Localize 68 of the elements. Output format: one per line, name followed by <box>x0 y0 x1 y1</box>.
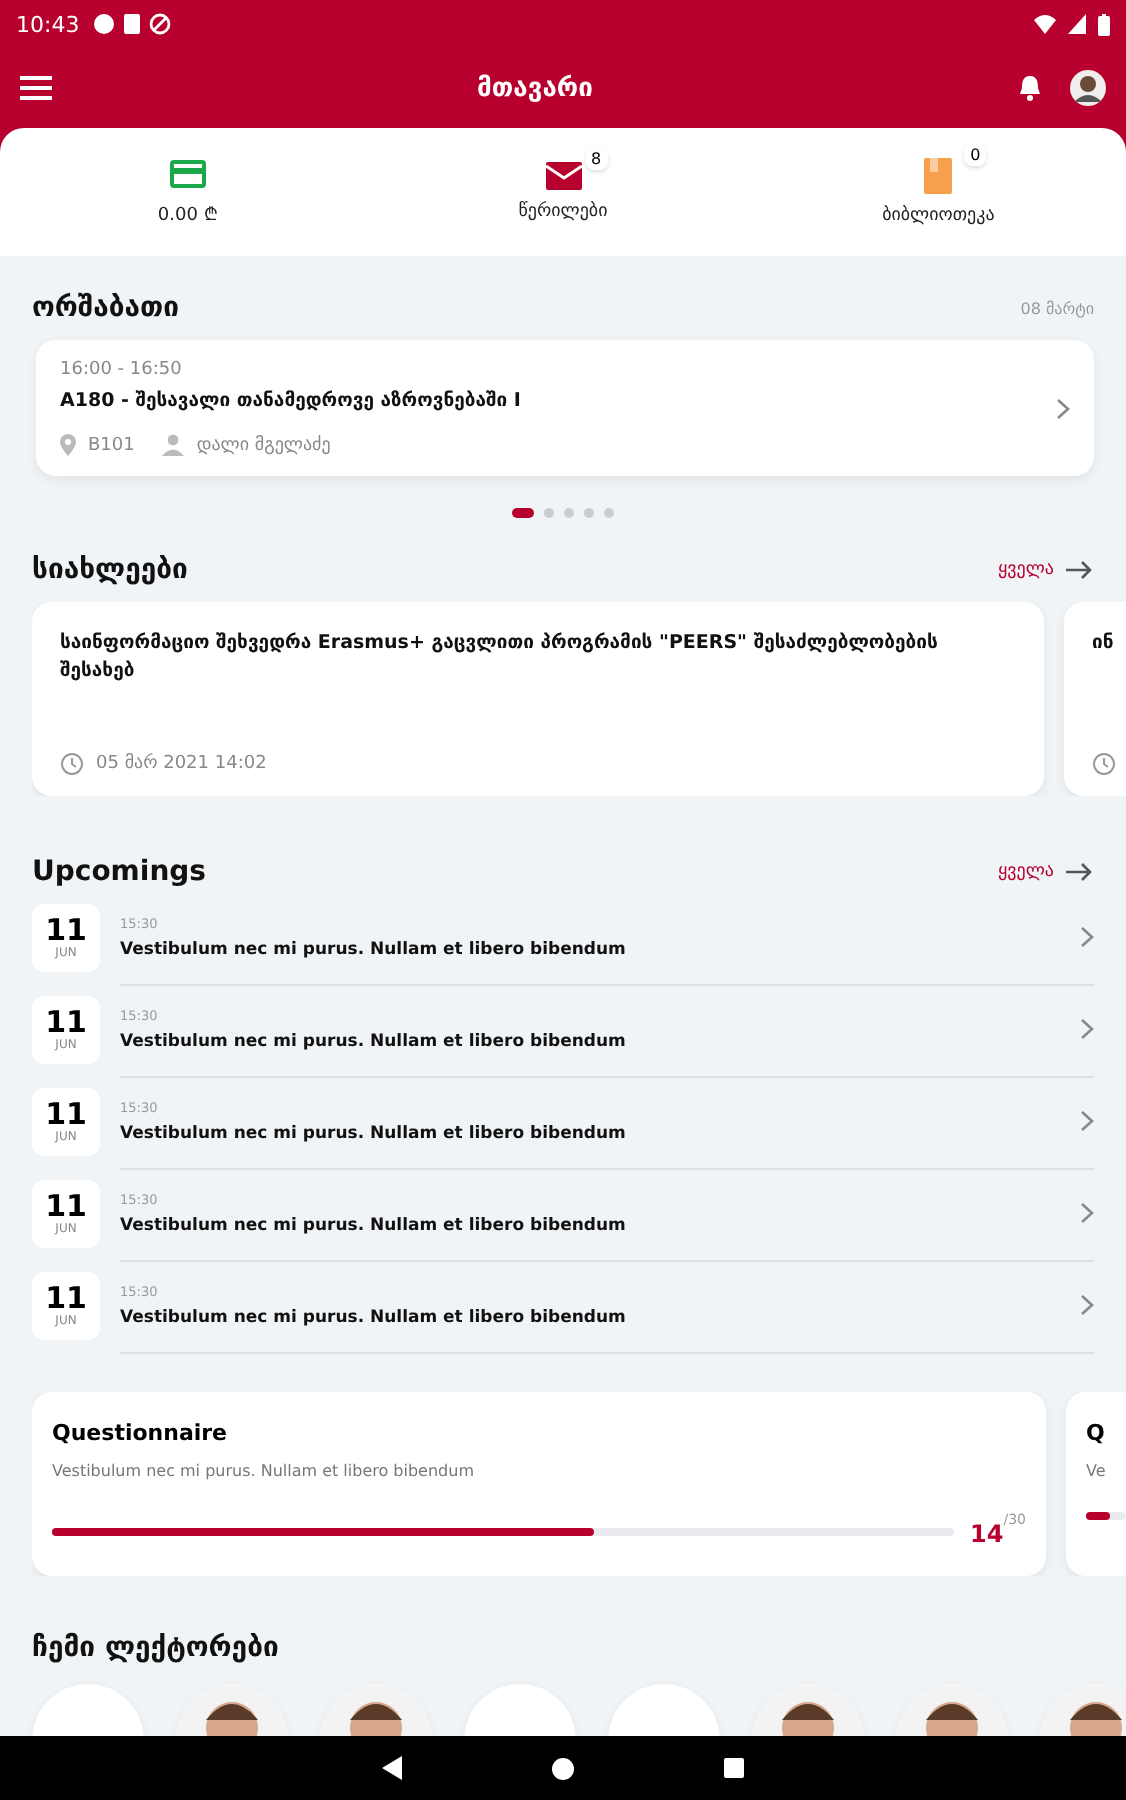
questionnaire-title: Questionnaire <box>52 1420 230 1446</box>
event-day: 11 <box>45 1284 87 1314</box>
stat-label[interactable]: ბიბლიოთეკა <box>882 206 995 226</box>
lesson-room: B101 <box>88 435 135 455</box>
screen-title: მთავარი <box>475 73 595 103</box>
section-title: ორშაბათი <box>32 292 180 324</box>
questionnaire-text: Vestibulum nec mi purus. Nullam et libero bibendum <box>52 1462 476 1480</box>
mail-icon <box>545 162 581 190</box>
news-card[interactable]: ინ <box>1064 602 1126 796</box>
chevron-icon <box>1080 926 1094 948</box>
clock-icon <box>1092 752 1116 776</box>
questionnaire-text: Ve <box>1086 1462 1108 1480</box>
clock-icon <box>60 752 84 776</box>
location-pin-icon <box>60 434 76 456</box>
questionnaire-title: Q <box>1086 1420 1107 1446</box>
back-icon[interactable] <box>382 1756 402 1780</box>
count-badge: 0 <box>964 144 987 166</box>
event-title: Vestibulum nec mi purus. Nullam et libero bibendum <box>120 1215 628 1235</box>
event-day: 11 <box>45 916 87 946</box>
section-title: სიახლეები <box>32 554 188 586</box>
chevron-icon <box>1080 1294 1094 1316</box>
page-dot[interactable] <box>564 508 574 518</box>
book-icon <box>924 158 953 194</box>
event-day: 11 <box>45 1100 87 1130</box>
count-badge: 8 <box>585 148 608 170</box>
home-icon[interactable] <box>552 1757 574 1779</box>
person-icon <box>162 434 185 456</box>
stat-label[interactable]: 0.00 ₾ <box>157 199 218 225</box>
chevron-icon <box>1080 1202 1094 1224</box>
progress-bar <box>1086 1512 1126 1520</box>
see-all-link[interactable]: ყველა <box>998 862 1094 882</box>
lesson-time: 16:00 - 16:50 <box>60 360 184 380</box>
news-title: ინ <box>1092 630 1116 658</box>
lesson-card[interactable]: 16:00 - 16:50 A180 - შესავალი თანამედროვე აზროვნებაში I B101 დალი მგელაძე <box>36 340 1094 476</box>
chevron-icon <box>1080 1110 1094 1132</box>
event-title: Vestibulum nec mi purus. Nullam et libero bibendum <box>120 939 628 959</box>
signal-icon <box>1068 14 1086 34</box>
page-dot[interactable] <box>604 508 614 518</box>
notification-icons <box>91 12 176 36</box>
lesson-title: A180 - შესავალი თანამედროვე აზროვნებაში I <box>60 390 523 412</box>
chevron-icon <box>1056 397 1070 419</box>
news-date: 05 მარ 2021 14:02 <box>96 754 267 774</box>
arrow-icon <box>1066 862 1094 882</box>
event-day: 11 <box>45 1008 87 1038</box>
section-title: Upcomings <box>32 856 207 888</box>
battery-icon <box>1098 13 1110 35</box>
news-card[interactable]: საინფორმაციო შეხვედრა Erasmus+ გაცვლითი პროგრამის "PEERS" შესაძლებლობების შესახებ 05 მარ 2021 14:02 <box>32 602 1044 796</box>
status-time: 10:43 <box>16 11 80 37</box>
page-dot[interactable] <box>544 508 554 518</box>
wifi-icon <box>1034 14 1056 34</box>
menu-icon[interactable] <box>20 76 52 100</box>
bell-icon[interactable] <box>1018 74 1042 102</box>
see-all-link[interactable]: ყველა <box>998 560 1094 580</box>
news-title: საინფორმაციო შეხვედრა Erasmus+ გაცვლითი პროგრამის "PEERS" შესაძლებლობების შესახებ <box>60 630 940 687</box>
questionnaire-card[interactable]: Q Ve <box>1066 1392 1126 1576</box>
lecturer-name: დალი მგელაძე <box>196 435 331 455</box>
event-title: Vestibulum nec mi purus. Nullam et libero bibendum <box>120 1123 628 1143</box>
event-title: Vestibulum nec mi purus. Nullam et libero bibendum <box>120 1307 628 1327</box>
chevron-icon <box>1080 1018 1094 1040</box>
page-dot[interactable] <box>584 508 594 518</box>
card-icon <box>169 159 206 187</box>
section-title: ჩემი ლექტორები <box>32 1632 279 1664</box>
section-date: 08 მარტი <box>1020 299 1094 317</box>
stat-label[interactable]: წერილები <box>518 202 608 222</box>
avatar-icon[interactable] <box>1070 70 1106 106</box>
event-day: 11 <box>45 1192 87 1222</box>
event-title: Vestibulum nec mi purus. Nullam et libero bibendum <box>120 1031 628 1051</box>
arrow-icon <box>1066 560 1094 580</box>
